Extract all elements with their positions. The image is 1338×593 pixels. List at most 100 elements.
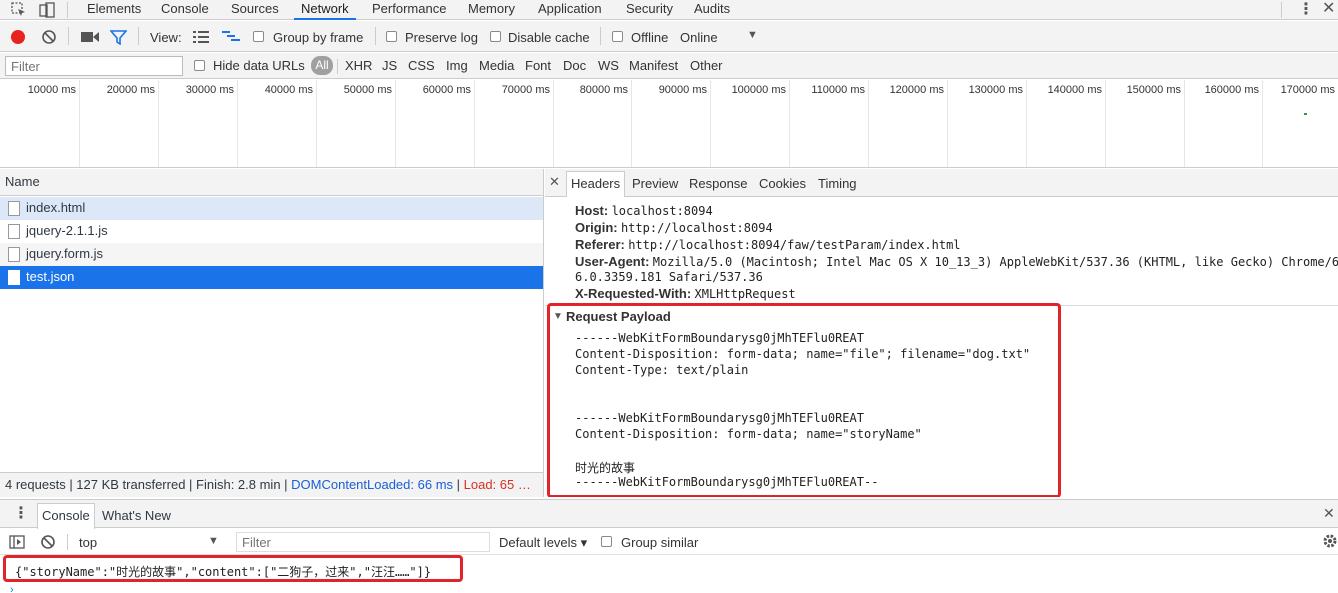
network-summary-bar: 4 requests | 127 KB transferred | Finish…	[0, 472, 543, 497]
chevron-down-icon[interactable]: ▼	[747, 29, 758, 41]
tab-memory[interactable]: Memory	[468, 0, 515, 20]
close-detail-icon[interactable]: ✕	[549, 174, 560, 190]
group-by-frame-checkbox[interactable]	[253, 31, 264, 42]
drawer-tab-console[interactable]: Console	[37, 503, 95, 529]
summary-separator: |	[453, 477, 464, 492]
toolbar-separator	[600, 27, 601, 45]
header-user-agent-cont: 6.0.3359.181 Safari/537.36	[575, 270, 763, 284]
drawer-tab-bar: ⋮ Console What's New ✕	[0, 499, 1338, 529]
request-list-pane: Name index.html jquery-2.1.1.js jquery.f…	[0, 169, 544, 497]
detail-tab-preview[interactable]: Preview	[632, 176, 678, 191]
toolbar-separator	[68, 27, 69, 45]
tab-sources[interactable]: Sources	[231, 0, 279, 20]
device-toolbar-icon[interactable]	[38, 1, 56, 19]
timeline-overview[interactable]: 10000 ms 20000 ms 30000 ms 40000 ms 5000…	[0, 80, 1338, 168]
inspect-element-icon[interactable]	[10, 1, 28, 19]
record-icon[interactable]	[11, 30, 25, 44]
clear-console-icon[interactable]	[40, 534, 56, 550]
drawer-tab-whats-new[interactable]: What's New	[102, 508, 171, 523]
filter-icon[interactable]	[110, 30, 127, 45]
default-levels-select[interactable]: Default levels ▾	[499, 535, 587, 551]
group-similar-checkbox[interactable]	[601, 536, 612, 547]
filter-bar: Hide data URLs All XHR JS CSS Img Media …	[0, 53, 1338, 79]
timeline-tick: 40000 ms	[238, 80, 317, 167]
timeline-tick: 130000 ms	[948, 80, 1027, 167]
request-name: jquery.form.js	[26, 246, 104, 261]
detail-tab-cookies[interactable]: Cookies	[759, 176, 806, 191]
tab-performance[interactable]: Performance	[372, 0, 446, 20]
timeline-tick: 50000 ms	[317, 80, 396, 167]
type-filter-ws[interactable]: WS	[598, 58, 619, 73]
drawer-menu-icon[interactable]: ⋮	[13, 503, 29, 523]
timeline-tick: 10000 ms	[0, 80, 80, 167]
waterfall-icon[interactable]	[222, 31, 240, 43]
timeline-tick: 30000 ms	[159, 80, 238, 167]
request-row-test-json[interactable]: test.json	[0, 266, 543, 289]
timeline-tick: 120000 ms	[869, 80, 948, 167]
timeline-tick: 140000 ms	[1027, 80, 1106, 167]
detail-tab-response[interactable]: Response	[689, 176, 748, 191]
hide-data-urls-checkbox[interactable]	[194, 60, 205, 71]
timeline-tick: 150000 ms	[1106, 80, 1185, 167]
tab-elements[interactable]: Elements	[87, 0, 141, 20]
disable-cache-checkbox[interactable]	[490, 31, 501, 42]
file-icon	[8, 201, 20, 216]
timeline-tick: 110000 ms	[790, 80, 869, 167]
camera-icon[interactable]	[81, 31, 99, 43]
name-column-header[interactable]: Name	[0, 169, 543, 196]
preserve-log-checkbox[interactable]	[386, 31, 397, 42]
console-filter-input[interactable]	[236, 532, 490, 552]
header-host: Host: localhost:8094	[575, 203, 713, 218]
timeline-tick: 160000 ms	[1185, 80, 1263, 167]
tab-application[interactable]: Application	[538, 0, 602, 20]
type-filter-all[interactable]: All	[311, 56, 333, 75]
context-select[interactable]: top	[79, 535, 97, 550]
request-name: jquery-2.1.1.js	[26, 223, 108, 238]
request-row-jquery[interactable]: jquery-2.1.1.js	[0, 220, 543, 243]
type-filter-xhr[interactable]: XHR	[345, 58, 372, 73]
type-filter-doc[interactable]: Doc	[563, 58, 586, 73]
load-time: Load: 65 …	[463, 477, 531, 492]
console-highlight-box	[3, 555, 463, 582]
type-filter-other[interactable]: Other	[690, 58, 723, 73]
request-row-index-html[interactable]: index.html	[0, 197, 543, 220]
close-devtools-icon[interactable]: ✕	[1322, 0, 1335, 18]
preserve-log-label: Preserve log	[405, 30, 478, 45]
type-filter-js[interactable]: JS	[382, 58, 397, 73]
network-toolbar: View: Group by frame Preserve log Disabl…	[0, 21, 1338, 52]
tab-security[interactable]: Security	[626, 0, 673, 20]
close-drawer-icon[interactable]: ✕	[1323, 505, 1335, 522]
detail-tab-headers[interactable]: Headers	[566, 171, 626, 197]
timeline-tick: 90000 ms	[632, 80, 711, 167]
large-rows-icon[interactable]	[193, 31, 209, 43]
type-filter-media[interactable]: Media	[479, 58, 514, 73]
timeline-tick: 170000 ms	[1280, 84, 1335, 96]
sidebar-toggle-icon[interactable]	[9, 535, 25, 549]
summary-text: 4 requests | 127 KB transferred | Finish…	[5, 477, 292, 492]
gear-icon[interactable]	[1322, 533, 1338, 549]
chevron-down-icon[interactable]: ▼	[208, 535, 219, 547]
type-filter-css[interactable]: CSS	[408, 58, 435, 73]
timeline-tick: 70000 ms	[475, 80, 554, 167]
tab-audits[interactable]: Audits	[694, 0, 730, 20]
tab-network[interactable]: Network	[294, 0, 356, 20]
filter-input[interactable]	[5, 56, 183, 76]
disable-cache-label: Disable cache	[508, 30, 590, 45]
timeline-request-bar	[1304, 113, 1307, 115]
throttling-select[interactable]: Online	[680, 30, 718, 45]
tab-console[interactable]: Console	[161, 0, 209, 20]
clear-icon[interactable]	[41, 29, 57, 45]
console-prompt-icon[interactable]: ›	[10, 584, 14, 593]
offline-checkbox[interactable]	[612, 31, 623, 42]
header-x-requested-with: X-Requested-With: XMLHttpRequest	[575, 286, 796, 301]
type-filter-manifest[interactable]: Manifest	[629, 58, 678, 73]
type-filter-font[interactable]: Font	[525, 58, 551, 73]
file-icon	[8, 270, 20, 285]
payload-highlight-box	[547, 303, 1061, 497]
more-options-icon[interactable]: ⋮	[1298, 0, 1314, 19]
request-row-jquery-form[interactable]: jquery.form.js	[0, 243, 543, 266]
detail-tab-timing[interactable]: Timing	[818, 176, 857, 191]
type-filter-img[interactable]: Img	[446, 58, 468, 73]
request-name: test.json	[26, 269, 75, 284]
header-origin: Origin: http://localhost:8094	[575, 220, 773, 235]
